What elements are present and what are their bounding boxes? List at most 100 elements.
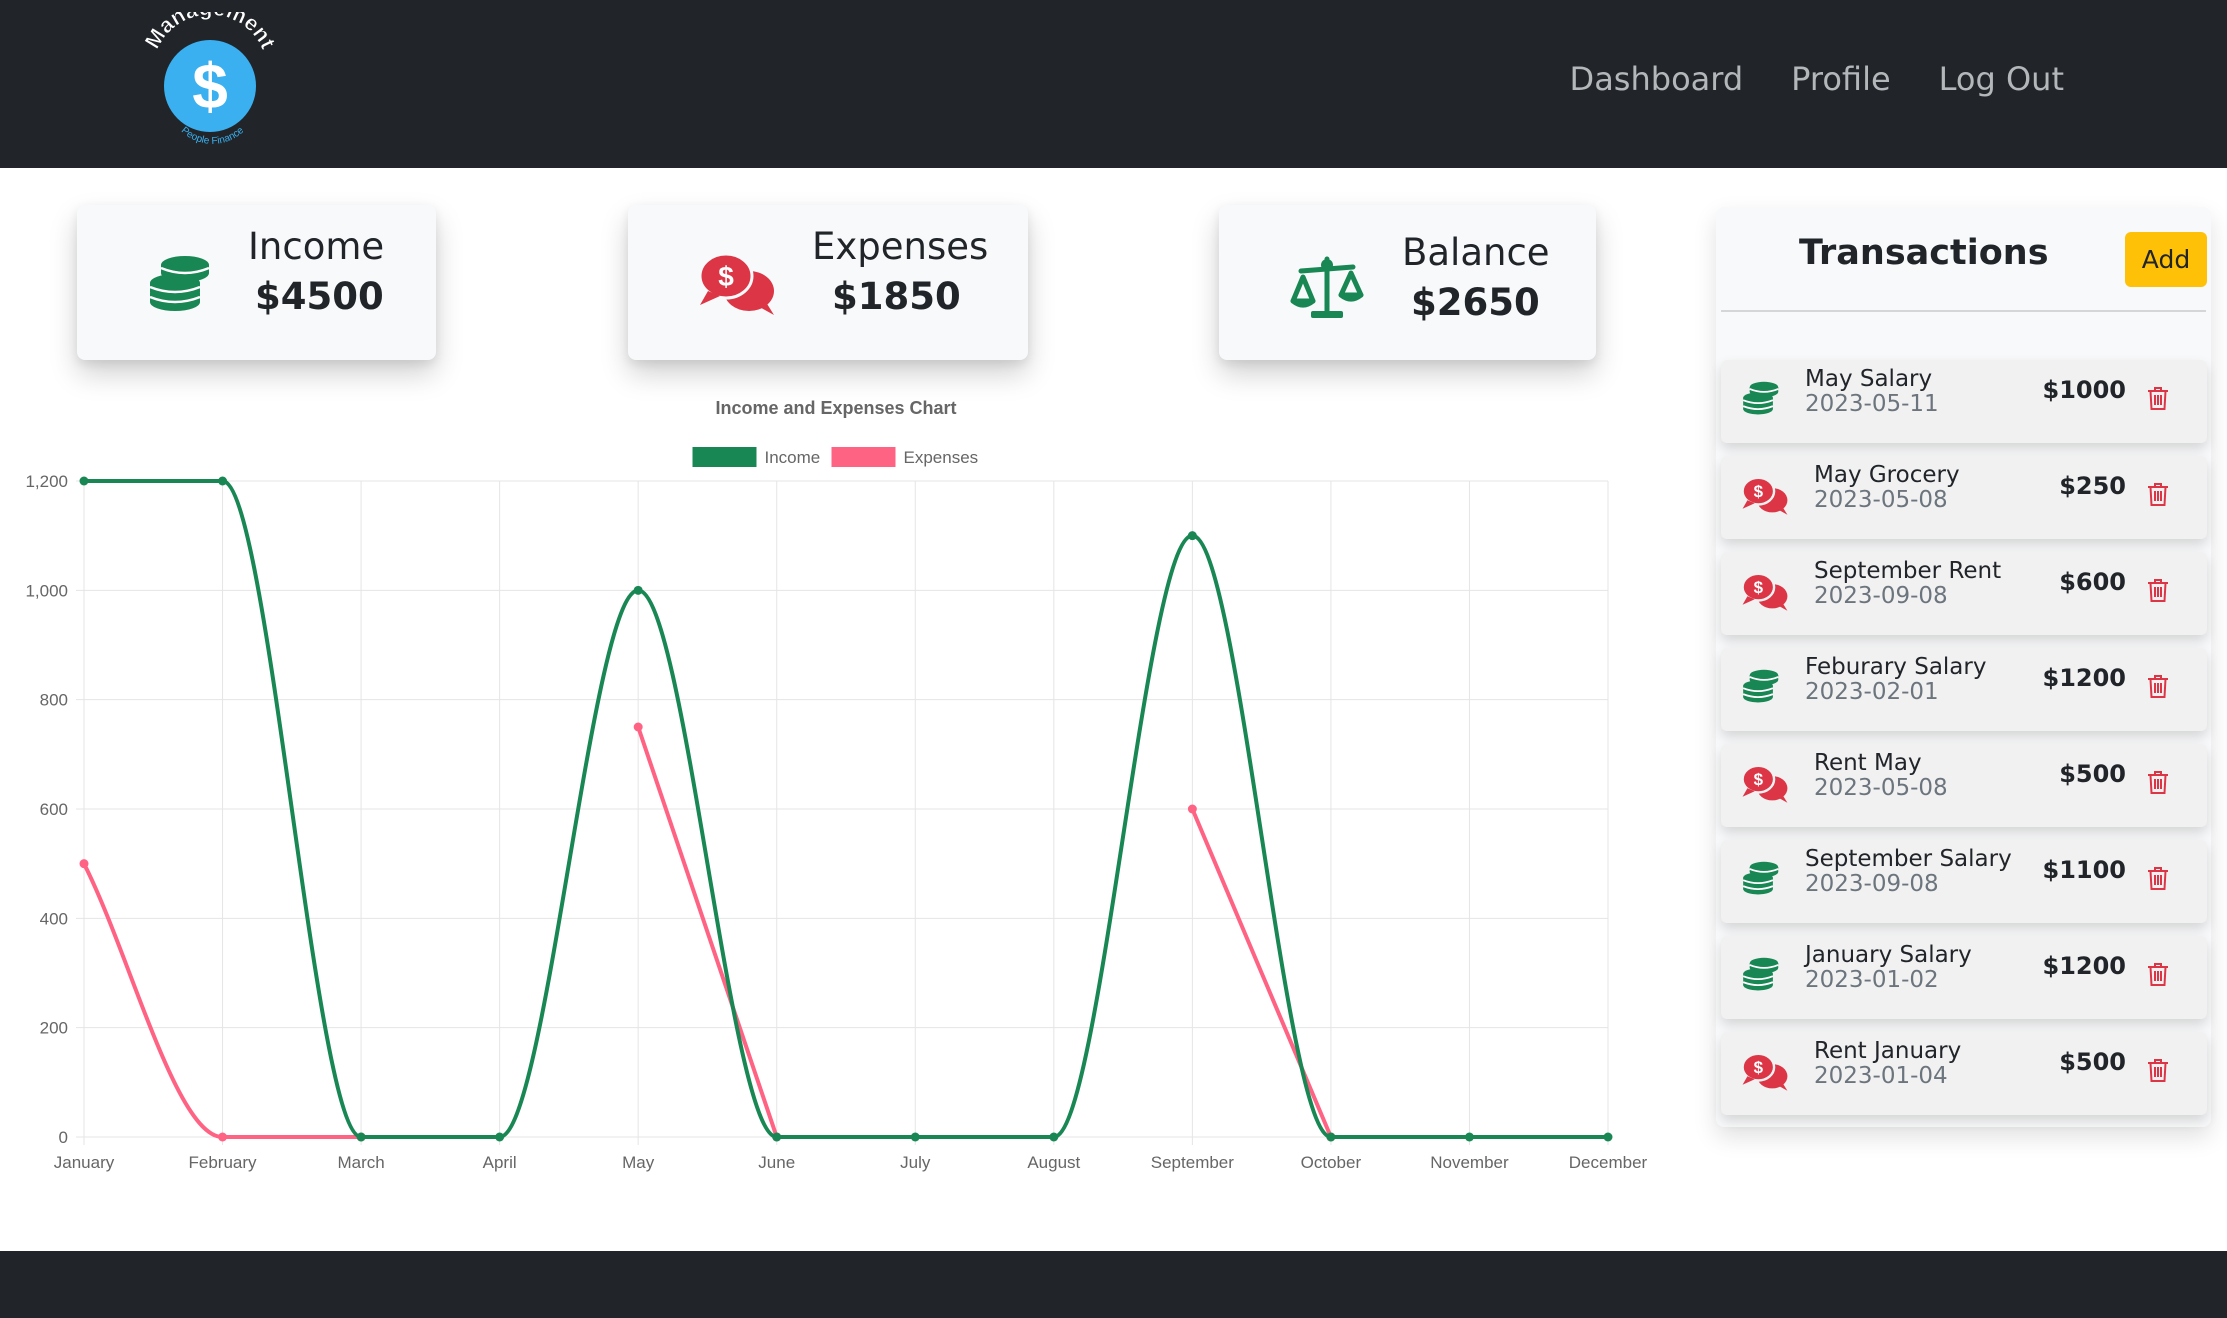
data-point-income <box>79 476 89 486</box>
x-tick-label: April <box>483 1153 517 1172</box>
transaction-item[interactable]: January Salary 2023-01-02 $1200 <box>1721 936 2207 1019</box>
nav-link-profile[interactable]: Profile <box>1791 60 1891 98</box>
transaction-amount: $600 <box>2059 568 2126 596</box>
nav-link-logout[interactable]: Log Out <box>1939 60 2064 98</box>
y-tick-label: 400 <box>40 909 68 928</box>
trash-icon[interactable] <box>2147 674 2169 699</box>
transaction-item[interactable]: $ September Rent 2023-09-08 $600 <box>1721 552 2207 635</box>
income-value: $4500 <box>255 275 384 318</box>
coins-stack-icon <box>1742 957 1779 991</box>
transaction-date: 2023-05-11 <box>1805 391 1939 417</box>
transaction-item[interactable]: Feburary Salary 2023-02-01 $1200 <box>1721 648 2207 731</box>
nav-link-dashboard[interactable]: Dashboard <box>1570 60 1744 98</box>
x-tick-label: October <box>1301 1153 1362 1172</box>
coins-stack-icon <box>149 256 210 311</box>
dollar-chat-bubbles-icon: $ <box>1741 572 1788 611</box>
svg-text:$: $ <box>718 261 734 292</box>
trash-icon[interactable] <box>2147 386 2169 411</box>
transaction-amount: $1100 <box>2042 856 2127 884</box>
transaction-date: 2023-01-04 <box>1814 1063 1948 1089</box>
coins-stack-icon <box>1742 861 1779 895</box>
trash-icon[interactable] <box>2147 1058 2169 1083</box>
svg-text:$: $ <box>1754 770 1764 789</box>
transaction-amount: $500 <box>2059 760 2126 788</box>
balance-scale-icon <box>1290 256 1364 318</box>
data-point-income <box>218 476 228 486</box>
legend-swatch <box>692 447 757 467</box>
y-tick-label: 200 <box>40 1019 68 1038</box>
data-point-expenses <box>218 1132 228 1142</box>
x-tick-label: July <box>900 1153 931 1172</box>
transaction-name: Rent May <box>1814 750 1922 776</box>
chart-grid <box>76 480 1609 1145</box>
transaction-name: January Salary <box>1805 942 1972 968</box>
income-label: Income <box>248 225 385 268</box>
data-point-expenses <box>633 722 643 732</box>
transaction-date: 2023-09-08 <box>1805 871 1939 897</box>
x-tick-label: September <box>1151 1153 1234 1172</box>
transaction-item[interactable]: $ Rent January 2023-01-04 $500 <box>1721 1032 2207 1115</box>
data-point-income <box>1049 1132 1059 1142</box>
data-point-income <box>1326 1132 1336 1142</box>
transaction-item[interactable]: $ Rent May 2023-05-08 $500 <box>1721 744 2207 827</box>
brand-logo[interactable]: $ Management People Finance <box>135 0 285 154</box>
transaction-amount: $1000 <box>2042 376 2127 404</box>
trash-icon[interactable] <box>2147 578 2169 603</box>
transaction-amount: $500 <box>2059 1048 2126 1076</box>
logo-symbol: $ <box>192 50 228 122</box>
transaction-date: 2023-09-08 <box>1814 583 1948 609</box>
legend-swatch <box>831 447 896 467</box>
transaction-name: May Salary <box>1805 366 1933 392</box>
trash-icon[interactable] <box>2147 962 2169 987</box>
y-tick-label: 1,200 <box>25 472 68 491</box>
x-tick-label: August <box>1027 1153 1080 1172</box>
chart-canvas: Income and Expenses Chart Income Expenses… <box>25 398 1647 1172</box>
data-point-income <box>633 585 643 595</box>
data-point-income <box>1603 1132 1613 1142</box>
dollar-chat-bubbles-icon: $ <box>1741 476 1788 515</box>
chart-axes: 0 200 400 600 800 1,000 1,200 January February Ma… <box>25 472 1647 1172</box>
transaction-item[interactable]: $ May Grocery 2023-05-08 $250 <box>1721 456 2207 539</box>
transaction-date: 2023-01-02 <box>1805 967 1939 993</box>
y-tick-label: 600 <box>40 800 68 819</box>
chart-legend: Income Expenses <box>692 447 979 467</box>
coins-stack-icon <box>1742 381 1779 415</box>
trash-icon[interactable] <box>2147 770 2169 795</box>
legend-label: Income <box>765 448 821 467</box>
series-line-expenses <box>1190 808 1333 1138</box>
transactions-list: May Salary 2023-05-11 $1000 $ May Grocery 2… <box>1721 360 2207 1128</box>
series-line-expenses <box>636 726 779 1138</box>
x-tick-label: December <box>1569 1153 1648 1172</box>
x-tick-label: June <box>758 1153 795 1172</box>
balance-value: $2650 <box>1411 281 1540 324</box>
income-expenses-chart: Income and Expenses Chart Income Expenses… <box>0 390 1680 1190</box>
dollar-circle-logo-icon: $ Management People Finance <box>139 0 281 147</box>
add-transaction-button[interactable]: Add <box>2125 232 2207 287</box>
expenses-card: $ Expenses $1850 <box>628 205 1028 360</box>
svg-text:$: $ <box>1754 578 1764 597</box>
nav-links: Dashboard Profile Log Out <box>1570 60 2064 98</box>
svg-text:$: $ <box>1754 482 1764 501</box>
expenses-label: Expenses <box>812 225 989 268</box>
x-tick-label: May <box>622 1153 655 1172</box>
dollar-chat-bubbles-icon: $ <box>1741 764 1788 803</box>
balance-card: Balance $2650 <box>1219 205 1596 360</box>
trash-icon[interactable] <box>2147 482 2169 507</box>
transaction-item[interactable]: September Salary 2023-09-08 $1100 <box>1721 840 2207 923</box>
balance-label: Balance <box>1402 231 1550 274</box>
transaction-item[interactable]: May Salary 2023-05-11 $1000 <box>1721 360 2207 443</box>
x-tick-label: January <box>54 1153 115 1172</box>
data-point-income <box>495 1132 505 1142</box>
legend-label: Expenses <box>904 448 979 467</box>
y-tick-label: 800 <box>40 691 68 710</box>
trash-icon[interactable] <box>2147 866 2169 891</box>
transaction-name: September Salary <box>1805 846 2012 872</box>
data-point-income <box>910 1132 920 1142</box>
transaction-name: Feburary Salary <box>1805 654 1987 680</box>
dollar-chat-bubbles-icon: $ <box>698 252 774 315</box>
page-footer <box>0 1251 2227 1318</box>
y-tick-label: 1,000 <box>25 581 68 600</box>
income-card: Income $4500 <box>77 205 436 360</box>
top-navbar: $ Management People Finance Dashboard Pr… <box>0 0 2227 168</box>
svg-text:$: $ <box>1754 1058 1764 1077</box>
